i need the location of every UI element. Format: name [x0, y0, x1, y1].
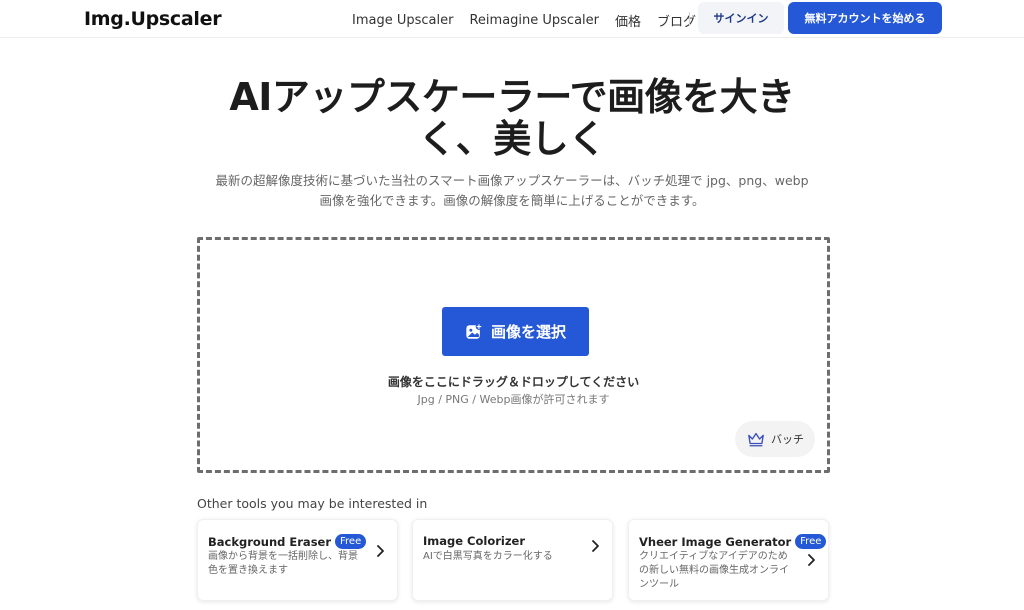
tool-card-vheer-image-generator[interactable]: Vheer Image Generator Free クリエイティブなアイデアの…	[628, 519, 829, 601]
tool-card-description: クリエイティブなアイデアのため の新しい無料の画像生成オンライ ンツール	[639, 550, 789, 592]
batch-label: バッチ	[771, 434, 804, 446]
page-title-line2: く、美しく	[418, 117, 606, 161]
nav-link-image-upscaler[interactable]: Image Upscaler	[352, 13, 453, 28]
drop-instruction: 画像をここにドラッグ＆ドロップしてください	[387, 375, 640, 389]
tool-card-desc-line1: AIで白黒写真をカラー化する	[423, 551, 553, 562]
chevron-right-icon	[592, 540, 599, 552]
site-logo[interactable]: Img.Upscaler	[84, 8, 222, 30]
tool-card-title-text: Vheer Image Generator	[639, 534, 792, 549]
tool-card-description: AIで白黒写真をカラー化する	[423, 550, 553, 564]
page-title-line1: AIアップスケーラーで画像を大き	[229, 75, 795, 119]
nav-divider	[689, 12, 690, 26]
nav-link-pricing[interactable]: 価格	[615, 11, 641, 30]
tool-card-title-text: Image Colorizer	[423, 534, 526, 548]
page-title: AIアップスケーラーで画像を大き く、美しく	[140, 76, 884, 160]
upload-dropzone[interactable]: 画像を選択 画像をここにドラッグ＆ドロップしてください Jpg / PNG / …	[197, 237, 830, 473]
other-tools-heading: Other tools you may be interested in	[197, 496, 428, 511]
tool-card-image-colorizer[interactable]: Image Colorizer AIで白黒写真をカラー化する	[412, 519, 613, 601]
page-subtitle-line2: 画像を強化できます。画像の解像度を簡単に上げることができます。	[319, 193, 705, 208]
tool-card-description: 画像から背景を一括削除し、背景 色を置き換えます	[208, 550, 358, 578]
image-plus-icon	[466, 322, 483, 339]
tool-card-title: Vheer Image Generator Free	[639, 534, 827, 549]
select-image-label: 画像を選択	[490, 324, 566, 341]
nav-link-reimagine-upscaler[interactable]: Reimagine Upscaler	[469, 13, 599, 28]
page-subtitle-line1: 最新の超解像度技術に基づいた当社のスマート画像アップスケーラーは、バッチ処理で …	[215, 173, 809, 188]
tool-card-background-eraser[interactable]: Background Eraser Free 画像から背景を一括削除し、背景 色…	[197, 519, 398, 601]
chevron-right-icon	[377, 545, 384, 557]
signup-button[interactable]: 無料アカウントを始める	[788, 2, 942, 34]
tool-card-desc-line1: クリエイティブなアイデアのため	[639, 551, 788, 562]
tool-card-desc-line2: 色を置き換えます	[208, 565, 288, 576]
tool-card-desc-line3: ンツール	[639, 579, 679, 590]
page-subtitle: 最新の超解像度技術に基づいた当社のスマート画像アップスケーラーは、バッチ処理で …	[180, 171, 844, 211]
tool-card-title-text: Background Eraser	[208, 534, 332, 549]
site-header: Img.Upscaler Image Upscaler Reimagine Up…	[0, 0, 1024, 38]
allowed-formats: Jpg / PNG / Webp画像が許可されます	[417, 393, 610, 406]
free-badge: Free	[335, 534, 367, 549]
tool-card-desc-line1: 画像から背景を一括削除し、背景	[208, 551, 358, 562]
free-badge: Free	[795, 534, 827, 549]
nav-link-blog[interactable]: ブログ	[657, 11, 696, 30]
main-nav: Image Upscaler Reimagine Upscaler 価格 ブログ	[352, 11, 712, 30]
select-image-button[interactable]: 画像を選択	[442, 307, 589, 356]
tool-card-title: Image Colorizer	[423, 534, 525, 548]
crown-icon	[748, 432, 764, 447]
tool-card-title: Background Eraser Free	[208, 534, 367, 549]
signin-button[interactable]: サインイン	[698, 2, 784, 34]
tool-card-desc-line2: の新しい無料の画像生成オンライ	[639, 565, 789, 576]
batch-button[interactable]: バッチ	[735, 421, 815, 457]
chevron-right-icon	[808, 554, 815, 566]
